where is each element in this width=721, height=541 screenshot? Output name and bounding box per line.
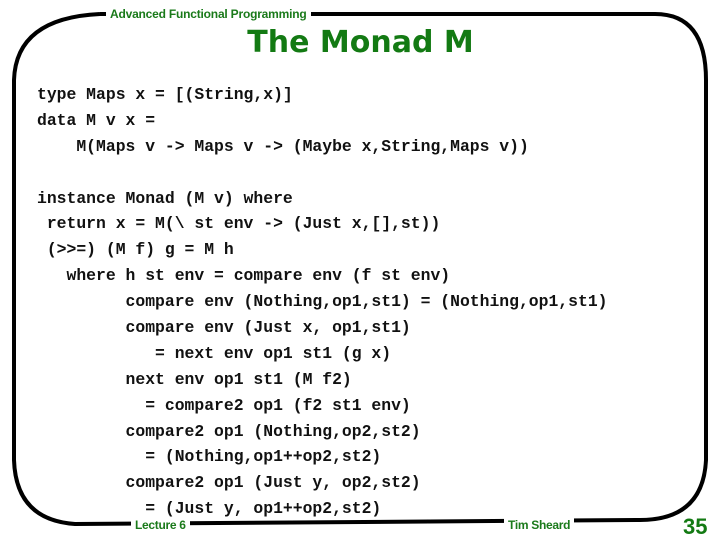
code-line: compare env (Nothing,op1,st1) = (Nothing…: [37, 292, 608, 312]
code-line: next env op1 st1 (M f2): [37, 369, 352, 389]
code-line: instance Monad (M v) where: [37, 188, 293, 208]
code-line: compare2 op1 (Just y, op2,st2): [37, 473, 421, 493]
code-line: data M v x =: [37, 110, 156, 130]
code-line: = next env op1 st1 (g x): [37, 343, 392, 363]
code-line: where h st env = compare env (f st env): [37, 266, 451, 286]
code-line: compare env (Just x, op1,st1): [37, 318, 411, 338]
lecture-label: Lecture 6: [131, 518, 190, 533]
code-line: compare2 op1 (Nothing,op2,st2): [37, 421, 421, 441]
code-gap: [37, 160, 608, 186]
course-title: Advanced Functional Programming: [106, 6, 311, 22]
author-label: Tim Sheard: [504, 518, 575, 533]
page-number: 35: [683, 514, 708, 539]
code-line: M(Maps v -> Maps v -> (Maybe x,String,Ma…: [37, 136, 529, 156]
code-listing: type Maps x = [(String,x)] data M v x = M…: [37, 82, 608, 522]
code-line: = (Nothing,op1++op2,st2): [37, 447, 382, 467]
code-line: (>>=) (M f) g = M h: [37, 240, 234, 260]
code-line: = compare2 op1 (f2 st1 env): [37, 395, 411, 415]
code-line: type Maps x = [(String,x)]: [37, 85, 293, 104]
slide-title: The Monad M: [0, 24, 721, 62]
code-line: return x = M(\ st env -> (Just x,[],st)): [37, 214, 441, 234]
slide-title-text: The Monad M: [247, 25, 474, 60]
